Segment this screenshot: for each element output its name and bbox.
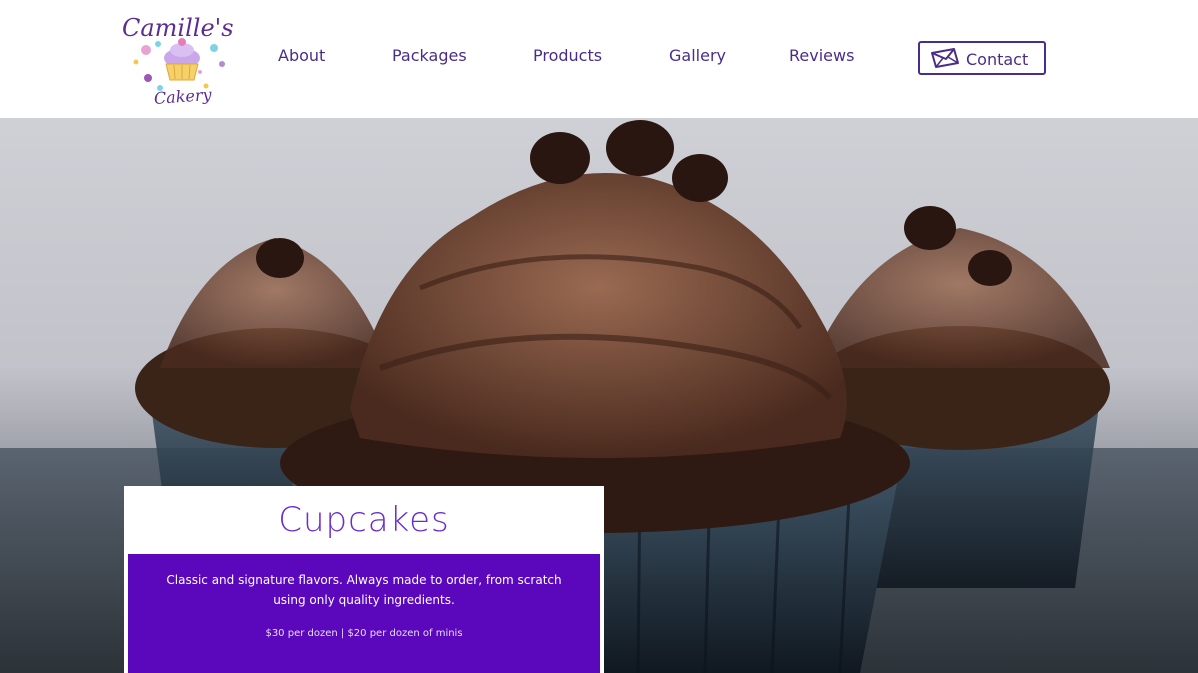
nav-reviews[interactable]: Reviews (789, 46, 854, 68)
site-header: Camille's Cakery About Packages Products… (0, 0, 1198, 118)
logo-text-cakery: Cakery (153, 85, 213, 108)
card-description: Classic and signature flavors. Always ma… (166, 573, 562, 607)
envelope-icon (931, 48, 959, 68)
nav-packages[interactable]: Packages (392, 46, 467, 68)
card-price: $30 per dozen | $20 per dozen of minis (265, 628, 463, 639)
nav-products[interactable]: Products (533, 46, 602, 68)
logo[interactable]: Camille's Cakery (118, 8, 246, 108)
nav-about[interactable]: About (278, 46, 325, 68)
card-title: Cupcakes (278, 500, 450, 540)
contact-button[interactable]: Contact (918, 41, 1046, 75)
cupcake-logo-icon: Camille's Cakery (122, 14, 234, 108)
nav-gallery[interactable]: Gallery (669, 46, 726, 68)
contact-label: Contact (966, 50, 1029, 69)
logo-text-camilles: Camille's (122, 14, 234, 42)
product-card: Cupcakes Classic and signature flavors. … (124, 486, 604, 673)
card-body: Classic and signature flavors. Always ma… (128, 554, 600, 673)
